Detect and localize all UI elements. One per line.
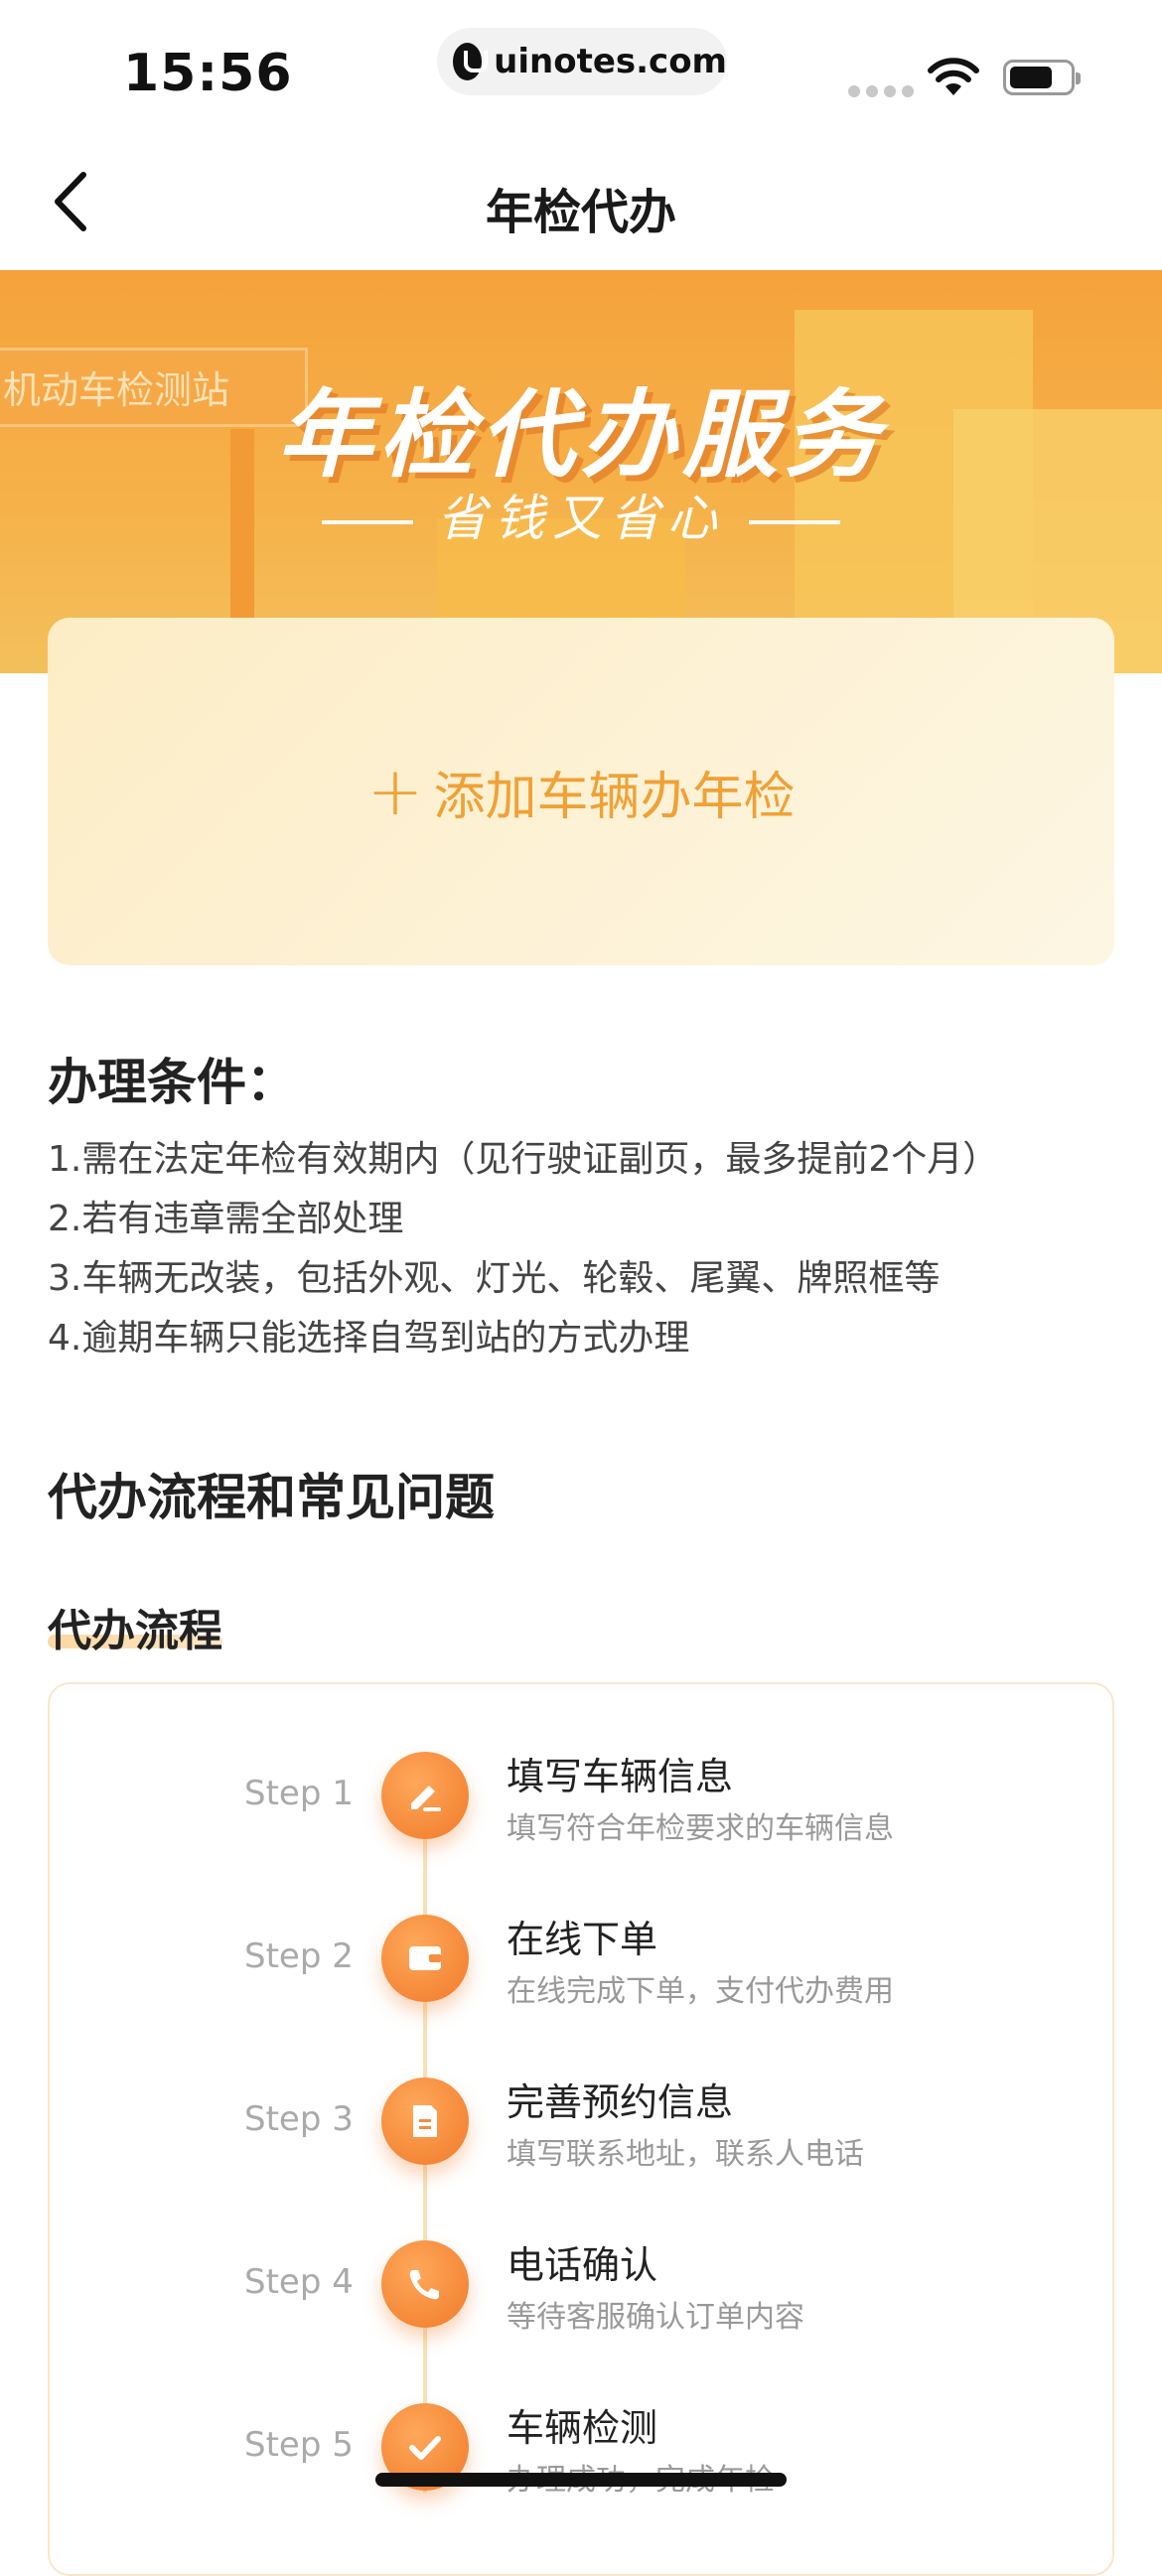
url-pill[interactable]: uinotes.com bbox=[437, 28, 727, 95]
step-number: Step 4 bbox=[244, 2262, 354, 2302]
service-banner: 机动车检测站 年检代办服务 省钱又省心 bbox=[0, 270, 1162, 673]
conditions-list: 1.需在法定年检有效期内（见行驶证副页，最多提前2个月） 2.若有违章需全部处理… bbox=[48, 1130, 998, 1368]
banner-subtitle: 省钱又省心 bbox=[0, 479, 1162, 550]
flow-title: 代办流程 bbox=[48, 1606, 222, 1656]
status-time: 15:56 bbox=[123, 44, 293, 103]
plus-icon: + bbox=[366, 752, 424, 831]
step-name: 车辆检测 bbox=[507, 2406, 658, 2450]
conditions-title: 办理条件： bbox=[48, 1054, 296, 1111]
step-number: Step 2 bbox=[244, 1936, 354, 1976]
step-number: Step 3 bbox=[244, 2099, 354, 2139]
step-name: 在线下单 bbox=[507, 1918, 658, 1961]
step-item: Step 3 完善预约信息 填写联系地址，联系人电话 bbox=[0, 2077, 1162, 2197]
wallet-icon bbox=[381, 1915, 469, 2002]
page-title: 年检代办 bbox=[485, 185, 676, 240]
banner-title: 年检代办服务 bbox=[277, 379, 885, 491]
condition-item: 4.逾期车辆只能选择自驾到站的方式办理 bbox=[48, 1318, 690, 1359]
document-icon bbox=[381, 2077, 469, 2165]
step-description: 填写符合年检要求的车辆信息 bbox=[507, 1811, 894, 1846]
add-vehicle-button[interactable]: + 添加车辆办年检 bbox=[48, 618, 1114, 965]
site-logo-icon bbox=[453, 43, 489, 80]
phone-icon bbox=[381, 2240, 469, 2328]
step-description: 在线完成下单，支付代办费用 bbox=[507, 1974, 894, 2009]
faq-section-title: 代办流程和常见问题 bbox=[48, 1469, 495, 1526]
home-indicator[interactable] bbox=[375, 2473, 787, 2487]
step-name: 填写车辆信息 bbox=[507, 1755, 734, 1798]
step-description: 填写联系地址，联系人电话 bbox=[507, 2137, 864, 2172]
step-description: 等待客服确认订单内容 bbox=[507, 2300, 804, 2335]
url-text: uinotes.com bbox=[494, 42, 727, 81]
step-item: Step 1 填写车辆信息 填写符合年检要求的车辆信息 bbox=[0, 1752, 1162, 1871]
step-name: 电话确认 bbox=[507, 2243, 658, 2287]
condition-item: 1.需在法定年检有效期内（见行驶证副页，最多提前2个月） bbox=[48, 1139, 999, 1180]
add-vehicle-text: 添加车辆办年检 bbox=[433, 767, 796, 827]
battery-icon bbox=[1003, 60, 1081, 95]
nav-bar: 年检代办 bbox=[0, 139, 1162, 268]
step-number: Step 1 bbox=[244, 1774, 354, 1813]
step-item: Step 5 车辆检测 办理成功，完成年检 bbox=[0, 2403, 1162, 2522]
step-item: Step 4 电话确认 等待客服确认订单内容 bbox=[0, 2240, 1162, 2360]
add-vehicle-label: + 添加车辆办年检 bbox=[367, 753, 796, 831]
edit-icon bbox=[381, 1752, 469, 1839]
condition-item: 2.若有违章需全部处理 bbox=[48, 1199, 404, 1239]
step-number: Step 5 bbox=[244, 2425, 354, 2465]
status-bar: 15:56 uinotes.com bbox=[0, 0, 1162, 139]
wifi-icon bbox=[928, 58, 979, 95]
condition-item: 3.车辆无改装，包括外观、灯光、轮毂、尾翼、牌照框等 bbox=[48, 1258, 941, 1299]
step-item: Step 2 在线下单 在线完成下单，支付代办费用 bbox=[0, 1915, 1162, 2034]
step-name: 完善预约信息 bbox=[507, 2080, 734, 2124]
cellular-signal-icon bbox=[848, 85, 914, 97]
